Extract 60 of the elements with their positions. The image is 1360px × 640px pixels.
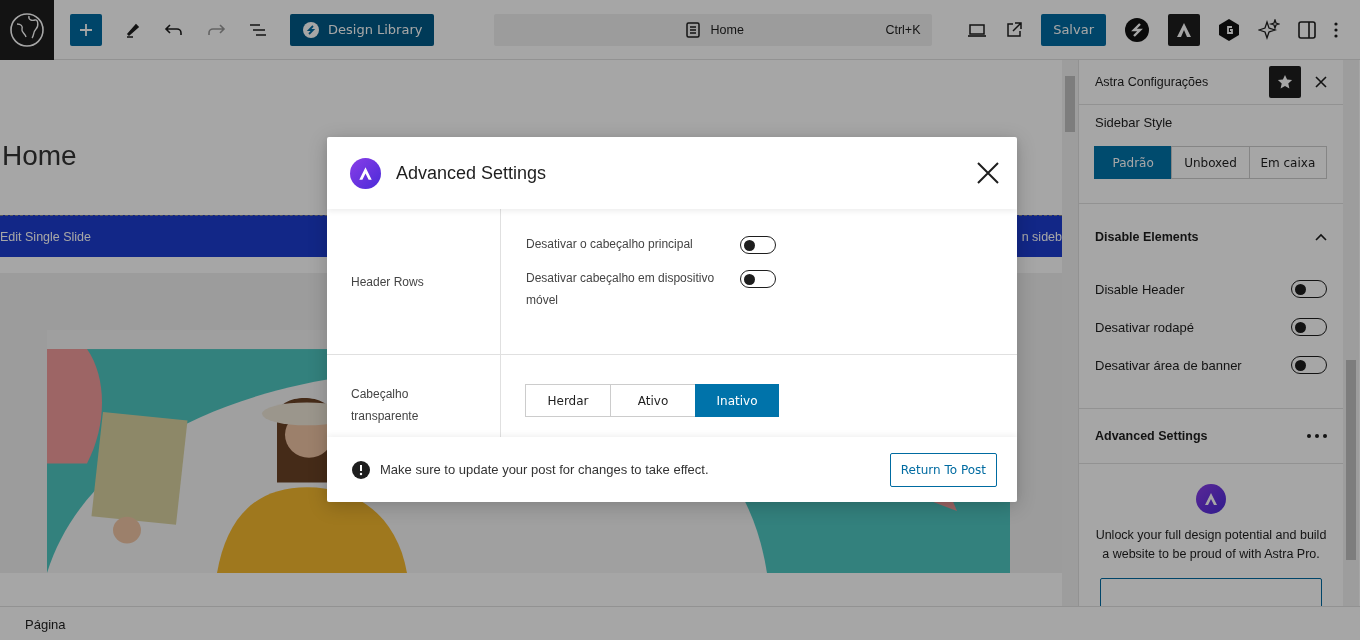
redo-icon[interactable] [206, 21, 226, 38]
astra-button[interactable] [1168, 13, 1200, 46]
block-label: n sideb [1021, 229, 1062, 244]
library-icon [302, 20, 320, 39]
toggle-switch[interactable] [1291, 356, 1327, 374]
setting-label: Cabeçalho transparente [351, 386, 420, 425]
toggle-label: Disable Header [1095, 281, 1185, 297]
field-label: Sidebar Style [1095, 115, 1174, 130]
close-icon[interactable] [1315, 76, 1327, 88]
toggle-label: Desativar o cabeçalho principal [526, 236, 694, 253]
section-title[interactable]: Disable Elements [1095, 230, 1199, 244]
command-bar[interactable]: Home Ctrl+K [494, 13, 933, 46]
document-icon [686, 21, 701, 38]
toggle-label: Desativar rodapé [1095, 319, 1194, 335]
page-title: Home [2, 140, 77, 173]
site-logo[interactable] [0, 0, 54, 60]
laptop-icon[interactable] [967, 21, 988, 38]
panel-title: Astra Configurações [1095, 75, 1210, 89]
shortcut-hint: Ctrl+K [885, 22, 921, 37]
dialog-title: Advanced Settings [396, 162, 548, 184]
toggle-switch[interactable] [1291, 280, 1327, 298]
style-option[interactable]: Unboxed [1171, 146, 1250, 179]
breadcrumb-link[interactable]: Página [25, 616, 66, 632]
star-button[interactable] [1269, 66, 1301, 98]
more-options-icon[interactable] [1307, 434, 1327, 438]
save-button[interactable]: Salvar [1041, 13, 1106, 46]
toggle-label: Desativar cabeçalho em dispositivo móvel [526, 270, 716, 309]
notice-text: Make sure to update your post for changes to take effect. [380, 462, 710, 477]
toggle-label: Desativar área de banner [1095, 357, 1242, 373]
undo-icon[interactable] [164, 21, 184, 38]
document-title: Home [710, 22, 744, 37]
globe-icon [9, 11, 45, 48]
toggle-switch[interactable] [1291, 318, 1327, 336]
external-link-icon[interactable] [1005, 20, 1024, 39]
toggle-switch[interactable] [740, 270, 776, 288]
toggle-switch[interactable] [740, 236, 776, 254]
alert-icon [352, 460, 370, 479]
section-title[interactable]: Advanced Settings [1095, 429, 1208, 443]
segment-option[interactable]: Ativo [610, 384, 696, 417]
segment-option[interactable]: Inativo [695, 384, 779, 417]
segment-option[interactable]: Herdar [525, 384, 611, 417]
hexagon-icon[interactable] [1218, 17, 1240, 42]
sidebar-toggle-icon[interactable] [1298, 20, 1316, 39]
return-button[interactable]: Return To Post [889, 452, 997, 487]
setting-label: Header Rows [351, 273, 424, 291]
sparkle-icon[interactable] [1258, 18, 1280, 41]
close-icon[interactable] [977, 162, 999, 184]
star-icon [1277, 74, 1293, 90]
promo-text: Unlock your full design potential and build a website to be proud of with Astra Pro. [1094, 527, 1328, 563]
scrollbar-thumb[interactable] [1065, 76, 1075, 132]
list-view-icon[interactable] [248, 21, 268, 38]
plus-icon [78, 21, 94, 38]
more-options-icon[interactable] [1334, 21, 1338, 38]
design-library-button[interactable]: Design Library [290, 13, 435, 46]
add-block-button[interactable] [70, 13, 102, 46]
style-option[interactable]: Padrão [1094, 146, 1173, 179]
style-option[interactable]: Em caixa [1248, 146, 1327, 179]
block-label: Edit Single Slide [0, 229, 92, 244]
scrollbar-thumb[interactable] [1346, 360, 1356, 560]
chevron-icon[interactable] [1315, 233, 1327, 241]
